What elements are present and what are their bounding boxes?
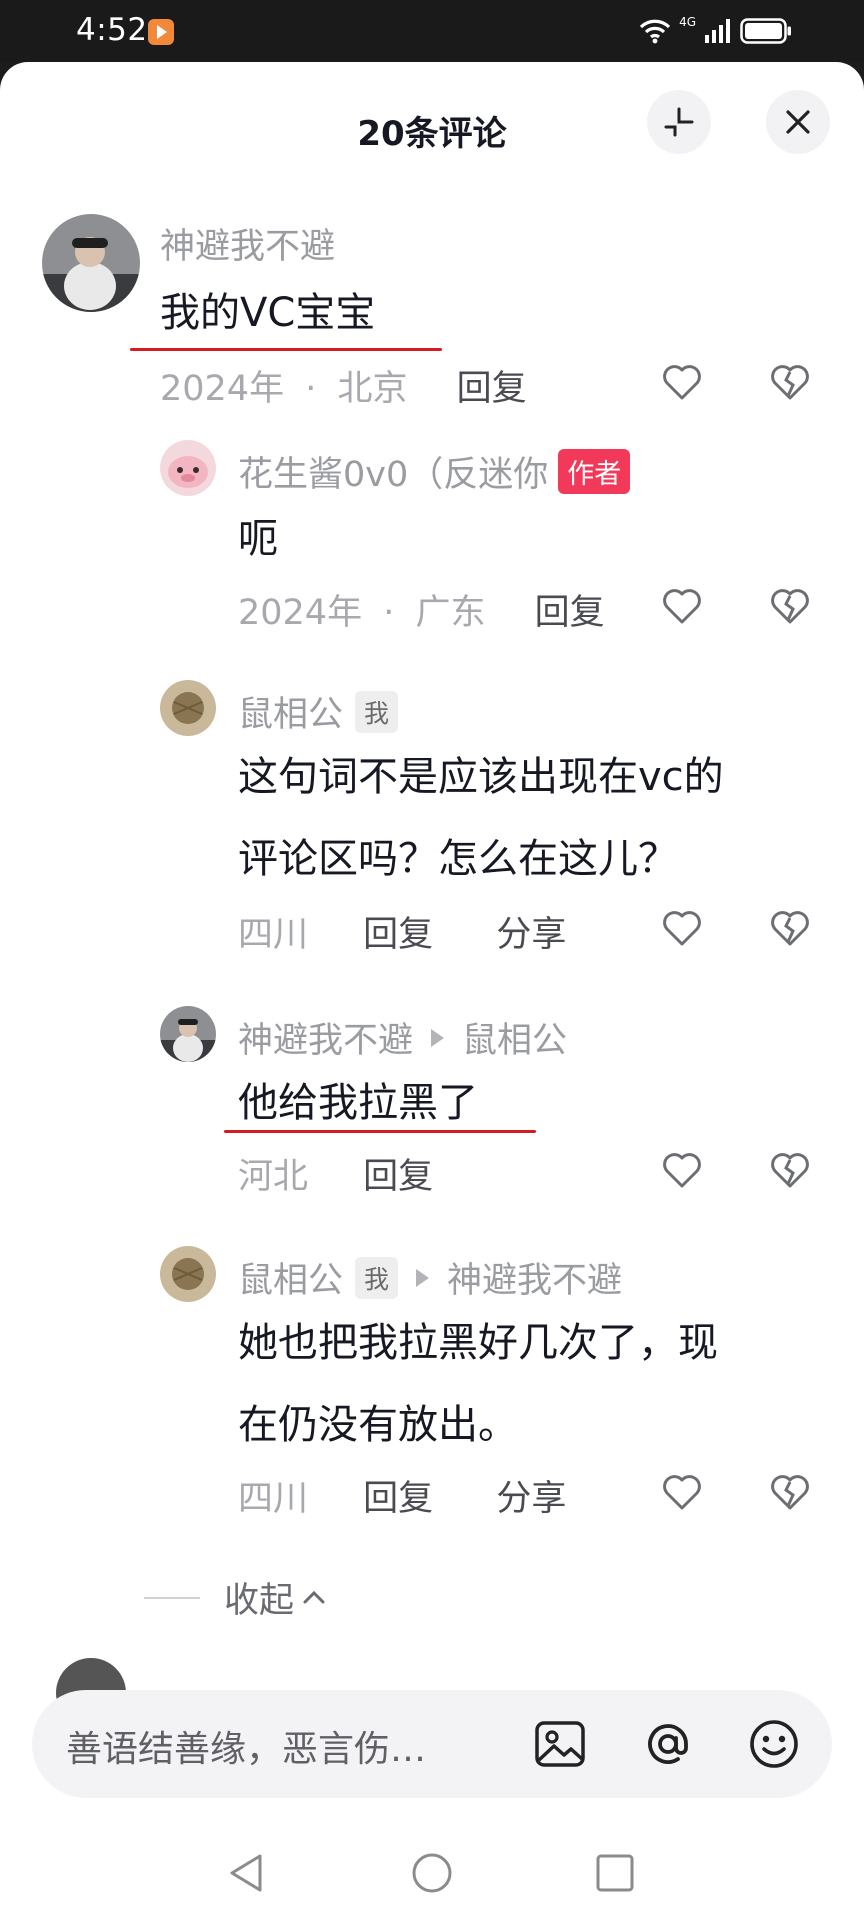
- comments-title: 20条评论: [357, 114, 507, 154]
- divider: [144, 1596, 200, 1599]
- battery-icon: [740, 18, 791, 44]
- reply-button[interactable]: 回复: [535, 593, 605, 633]
- comments-sheet: 20条评论 神避我不避 我的VC宝宝 2024年 · 北京 回复 花生酱0v0（…: [0, 62, 864, 1920]
- avatar[interactable]: [160, 1006, 216, 1062]
- reply-content: 呃: [238, 516, 278, 562]
- signal-icon: [705, 19, 730, 43]
- reply-to-name[interactable]: 鼠相公: [462, 1012, 567, 1063]
- heart-outline-icon[interactable]: [660, 360, 704, 404]
- reply-meta: 四川 回复 分享: [238, 915, 567, 955]
- reply-meta: 四川 回复 分享: [238, 1479, 567, 1519]
- comment-input[interactable]: 善语结善缘，恶言伤…: [32, 1690, 832, 1798]
- author-name[interactable]: 鼠相公: [238, 686, 343, 737]
- broken-heart-icon[interactable]: [768, 1470, 812, 1514]
- comment-meta: 2024年 · 北京 回复: [160, 369, 527, 409]
- heart-outline-icon[interactable]: [660, 906, 704, 950]
- network-type-label: 4G: [679, 15, 696, 29]
- reply-to-name[interactable]: 神避我不避: [447, 1252, 622, 1303]
- author-badge: 作者: [558, 449, 631, 494]
- reply-button[interactable]: 回复: [363, 1479, 433, 1519]
- reply-meta: 2024年 · 广东 回复: [238, 593, 605, 633]
- at-icon[interactable]: [640, 1716, 696, 1772]
- reply-author[interactable]: 鼠相公 我 神避我不避: [238, 1252, 622, 1303]
- reply-author[interactable]: 花生酱0v0（反迷你 作者: [238, 446, 631, 497]
- broken-heart-icon[interactable]: [768, 360, 812, 404]
- avatar[interactable]: [160, 680, 216, 736]
- author-name[interactable]: 花生酱0v0（反迷你: [238, 446, 548, 497]
- avatar[interactable]: [160, 440, 216, 496]
- recents-square-icon[interactable]: [592, 1850, 638, 1896]
- system-nav-bar: [0, 1822, 864, 1920]
- share-button[interactable]: 分享: [496, 1479, 566, 1519]
- heart-outline-icon[interactable]: [660, 1470, 704, 1514]
- reply-button[interactable]: 回复: [363, 1157, 433, 1197]
- me-badge: 我: [355, 1256, 399, 1299]
- me-badge: 我: [355, 690, 399, 733]
- heart-outline-icon[interactable]: [660, 1148, 704, 1192]
- status-bar: 4:52 4G: [0, 0, 864, 62]
- reply-content: 她也把我拉黑好几次了，现 在仍没有放出。: [238, 1320, 718, 1448]
- comment-author[interactable]: 神避我不避: [160, 218, 335, 269]
- author-name[interactable]: 神避我不避: [238, 1012, 413, 1063]
- avatar[interactable]: [42, 214, 140, 312]
- home-circle-icon[interactable]: [409, 1850, 455, 1896]
- reply-meta: 河北 回复: [238, 1157, 434, 1197]
- reply-content: 这句词不是应该出现在vc的 评论区吗？怎么在这儿？: [238, 754, 724, 882]
- back-triangle-icon[interactable]: [224, 1850, 270, 1896]
- chevron-up-icon: [303, 1590, 325, 1603]
- collapse-label: 收起: [224, 1581, 295, 1621]
- collapse-replies-button[interactable]: 收起: [144, 1572, 328, 1623]
- app-notification-icon: [148, 19, 174, 45]
- reply-to-arrow-icon: [431, 1028, 445, 1047]
- status-time: 4:52: [76, 12, 148, 48]
- close-icon: [786, 110, 810, 134]
- red-underline-annotation: [224, 1130, 536, 1133]
- comment-input-placeholder: 善语结善缘，恶言伤…: [66, 1729, 427, 1770]
- status-icons: 4G: [639, 15, 792, 46]
- author-name[interactable]: 鼠相公: [238, 1252, 343, 1303]
- emoji-icon[interactable]: [746, 1716, 802, 1772]
- broken-heart-icon[interactable]: [768, 906, 812, 950]
- share-button[interactable]: 分享: [496, 915, 566, 955]
- heart-outline-icon[interactable]: [660, 584, 704, 628]
- avatar[interactable]: [160, 1246, 216, 1302]
- reply-button[interactable]: 回复: [457, 369, 527, 409]
- broken-heart-icon[interactable]: [768, 1148, 812, 1192]
- minimize-button[interactable]: [647, 90, 711, 154]
- red-underline-annotation: [130, 348, 442, 351]
- author-name[interactable]: 神避我不避: [160, 218, 335, 269]
- close-button[interactable]: [766, 90, 830, 154]
- reply-to-arrow-icon: [416, 1268, 430, 1287]
- broken-heart-icon[interactable]: [768, 584, 812, 628]
- wifi-icon: [639, 19, 671, 44]
- reply-author[interactable]: 鼠相公 我: [238, 686, 399, 737]
- image-icon[interactable]: [532, 1716, 588, 1772]
- reply-button[interactable]: 回复: [363, 915, 433, 955]
- reply-author[interactable]: 神避我不避 鼠相公: [238, 1012, 567, 1063]
- comment-content: 我的VC宝宝: [160, 290, 376, 336]
- minimize-icon: [664, 107, 694, 137]
